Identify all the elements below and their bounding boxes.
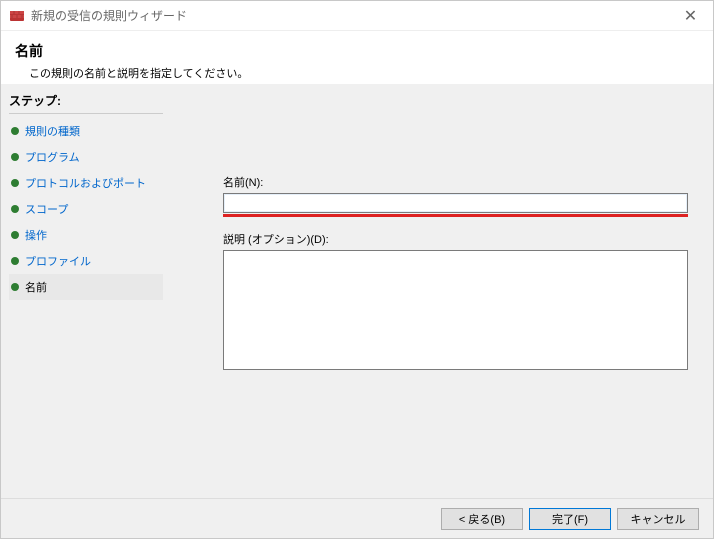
step-label: 操作 [25,227,47,243]
name-input[interactable] [223,193,688,213]
bullet-icon [11,257,19,265]
bullet-icon [11,153,19,161]
page-title: 名前 [15,41,699,61]
content-area: ステップ: 規則の種類 プログラム プロトコルおよびポート スコープ 操作 プロ… [1,84,713,498]
bullet-icon [11,179,19,187]
highlight-underline [223,214,688,217]
description-label: 説明 (オプション)(D): [223,231,688,247]
bullet-icon [11,283,19,291]
description-textarea[interactable] [223,250,688,370]
step-program[interactable]: プログラム [9,144,163,170]
step-label: スコープ [25,201,68,217]
step-scope[interactable]: スコープ [9,196,163,222]
step-label: 規則の種類 [25,123,80,139]
step-protocol-port[interactable]: プロトコルおよびポート [9,170,163,196]
step-name[interactable]: 名前 [9,274,163,300]
titlebar: 新規の受信の規則ウィザード ✕ [1,1,713,31]
step-profile[interactable]: プロファイル [9,248,163,274]
back-button[interactable]: < 戻る(B) [441,508,523,530]
steps-sidebar: ステップ: 規則の種類 プログラム プロトコルおよびポート スコープ 操作 プロ… [1,84,163,498]
step-label: プロファイル [25,253,91,269]
step-rule-type[interactable]: 規則の種類 [9,118,163,144]
steps-heading: ステップ: [9,90,163,114]
bullet-icon [11,231,19,239]
step-label: プログラム [25,149,80,165]
cancel-button[interactable]: キャンセル [617,508,699,530]
window-title: 新規の受信の規則ウィザード [31,7,187,24]
close-icon: ✕ [684,6,697,26]
main-panel: 名前(N): 説明 (オプション)(D): [163,84,713,498]
step-action[interactable]: 操作 [9,222,163,248]
button-bar: < 戻る(B) 完了(F) キャンセル [1,498,713,538]
step-label: プロトコルおよびポート [25,175,146,191]
name-label: 名前(N): [223,174,688,190]
bullet-icon [11,205,19,213]
bullet-icon [11,127,19,135]
step-label: 名前 [25,279,47,295]
firewall-icon [9,8,25,24]
wizard-header: 名前 この規則の名前と説明を指定してください。 [1,31,713,92]
page-subtitle: この規則の名前と説明を指定してください。 [15,65,699,81]
close-button[interactable]: ✕ [668,1,713,31]
finish-button[interactable]: 完了(F) [529,508,611,530]
